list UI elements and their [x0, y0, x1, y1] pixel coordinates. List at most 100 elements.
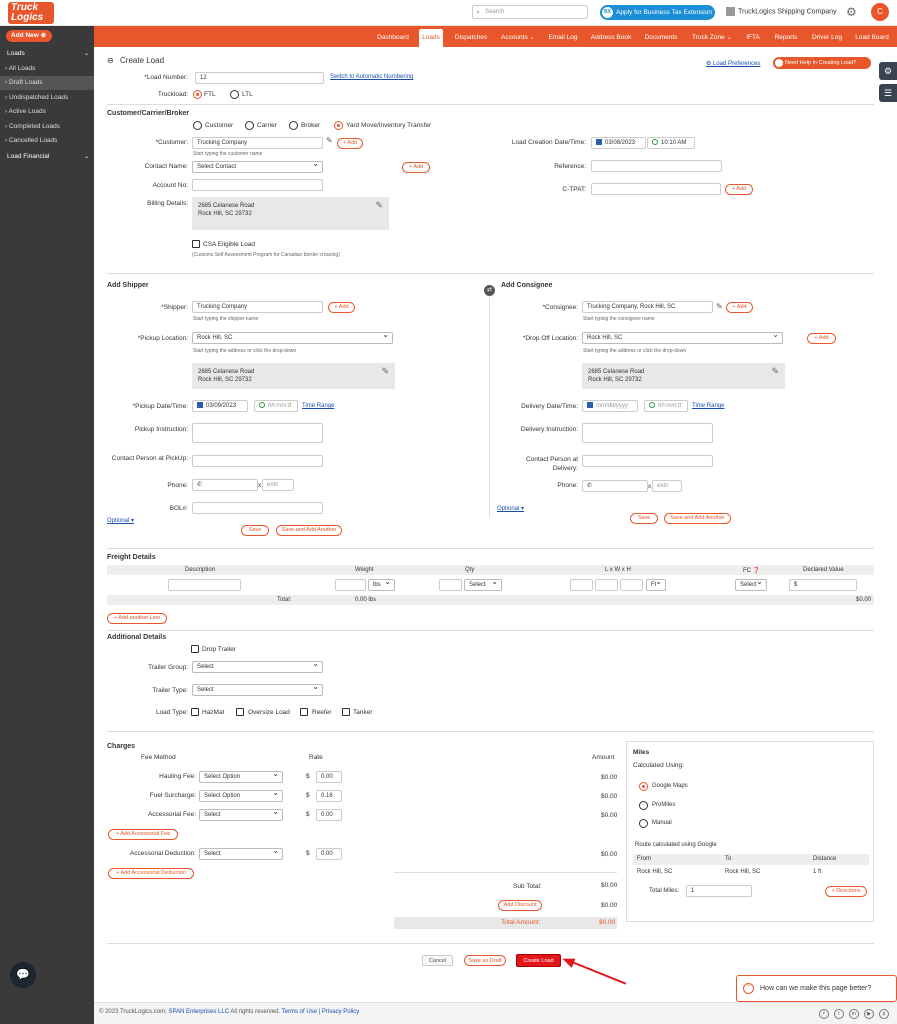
add-shipper-button[interactable]: + Add — [328, 302, 355, 313]
nav-ifta[interactable]: IFTA — [741, 26, 765, 47]
drop-trailer-checkbox[interactable] — [191, 645, 199, 653]
promiles-radio[interactable] — [639, 801, 648, 810]
twitter-icon[interactable]: t — [834, 1009, 844, 1019]
shipper-input[interactable]: Trucking Company — [192, 301, 323, 313]
reefer-checkbox[interactable] — [300, 708, 308, 716]
reference-input[interactable] — [591, 160, 722, 172]
save-draft-button[interactable]: Save as Draft — [464, 955, 506, 966]
consignee-input[interactable]: Trucking Company, Rock Hill, SC — [582, 301, 713, 313]
qty-unit-select[interactable]: Select — [464, 577, 502, 591]
swap-icon[interactable]: ⇄ — [484, 285, 495, 296]
creation-date-input[interactable]: 03/08/2023 — [591, 137, 646, 149]
add-contact-button[interactable]: + Add — [402, 162, 430, 173]
pickup-time-range-link[interactable]: Time Range — [302, 403, 334, 409]
sidebar-item-completed-loads[interactable]: › Completed Loads — [0, 120, 94, 134]
add-consignee-button[interactable]: + Add — [726, 302, 753, 313]
fuel-surcharge-method-select[interactable]: Select Option — [199, 788, 283, 802]
account-no-input[interactable] — [192, 179, 323, 191]
contact-select[interactable]: Select Contact — [192, 159, 323, 173]
bol-input[interactable] — [192, 502, 323, 514]
ctpat-input[interactable] — [591, 183, 721, 195]
edit-icon[interactable]: ✎ — [326, 136, 333, 145]
edit-icon[interactable]: ✎ — [381, 367, 389, 376]
total-miles-input[interactable]: 1 — [686, 885, 752, 897]
consignee-save-button[interactable]: Save — [630, 513, 658, 524]
dropoff-location-select[interactable]: Rock Hill, SC — [582, 330, 783, 344]
google-maps-radio[interactable] — [639, 782, 648, 791]
hauling-fee-rate-input[interactable]: 0.00 — [316, 771, 342, 783]
delivery-ext-input[interactable]: extn — [652, 480, 682, 492]
pickup-time-input[interactable]: hh:mm:tt — [254, 400, 298, 412]
sidebar-item-all-loads[interactable]: › All Loads — [0, 62, 94, 76]
freight-qty-input[interactable] — [439, 579, 462, 591]
delivery-date-input[interactable]: mm/dd/yyyy — [582, 400, 638, 412]
carrier-radio[interactable] — [245, 121, 254, 130]
accessorial-fee-rate-input[interactable]: 0.00 — [316, 809, 342, 821]
pickup-location-select[interactable]: Rock Hill, SC — [192, 330, 393, 344]
delivery-phone-input[interactable]: ✆ — [582, 480, 648, 492]
hauling-fee-method-select[interactable]: Select Option — [199, 769, 283, 783]
privacy-link[interactable]: Privacy Policy — [322, 1009, 359, 1015]
pickup-ext-input[interactable]: extn — [262, 479, 294, 491]
youtube-icon[interactable]: ▶ — [864, 1009, 874, 1019]
creation-time-input[interactable]: 10:10 AM — [647, 137, 695, 149]
oversize-checkbox[interactable] — [236, 708, 244, 716]
accessorial-deduction-rate-input[interactable]: 0.00 — [316, 848, 342, 860]
weight-unit-select[interactable]: lbs — [368, 577, 395, 591]
tanker-checkbox[interactable] — [342, 708, 350, 716]
shipper-save-another-button[interactable]: Save and Add Another — [276, 525, 342, 536]
yard-move-radio[interactable] — [334, 121, 343, 130]
chat-icon[interactable]: 💬 — [10, 962, 36, 988]
dimension-unit-select[interactable]: Ft — [646, 577, 666, 591]
manual-radio[interactable] — [639, 819, 648, 828]
add-new-button[interactable]: Add New ⊕ — [6, 30, 52, 42]
trailer-group-select[interactable]: Select — [192, 659, 323, 673]
feedback-widget[interactable]: ⌃ How can we make this page better? — [736, 975, 897, 1002]
ltl-radio[interactable] — [230, 90, 239, 99]
nav-documents[interactable]: Documents — [641, 26, 681, 47]
nav-address-book[interactable]: Address Book — [588, 26, 634, 47]
freight-description-input[interactable] — [168, 579, 241, 591]
help-circle-icon[interactable]: ❓ — [753, 568, 760, 574]
pickup-date-input[interactable]: 03/09/2023 — [192, 400, 248, 412]
tax-extension-button[interactable]: BX Apply for Business Tax Extension — [600, 5, 715, 20]
delivery-time-range-link[interactable]: Time Range — [692, 403, 724, 409]
broker-radio[interactable] — [289, 121, 298, 130]
avatar[interactable]: C — [871, 3, 889, 21]
auto-numbering-link[interactable]: Switch to Automatic Numbering — [330, 74, 413, 80]
add-customer-button[interactable]: + Add — [337, 138, 363, 149]
sidebar-item-undispatched-loads[interactable]: › Undispatched Loads — [0, 91, 94, 105]
fc-select[interactable]: Select — [735, 577, 767, 591]
sidebar-item-load-financial[interactable]: Load Financial ⌄ — [0, 150, 94, 164]
sidebar-item-draft-loads[interactable]: › Draft Loads — [0, 76, 94, 90]
shipper-optional-link[interactable]: Optional ▾ — [107, 517, 134, 524]
customer-radio[interactable] — [193, 121, 202, 130]
help-button[interactable]: Need Help In Creating Load? — [773, 57, 871, 69]
freight-height-input[interactable] — [620, 579, 643, 591]
consignee-save-another-button[interactable]: Save and Add Another — [664, 513, 731, 524]
nav-email-log[interactable]: Email Log — [545, 26, 581, 47]
notes-tool-icon[interactable]: ☰ — [879, 84, 897, 102]
add-accessorial-fee-button[interactable]: + Add Accessorial Fee — [108, 829, 178, 840]
nav-truck-zone[interactable]: Truck Zone ⌄ — [689, 26, 735, 47]
nav-driver-log[interactable]: Driver Log — [807, 26, 847, 47]
fuel-surcharge-rate-input[interactable]: 0.16 — [316, 790, 342, 802]
add-accessorial-deduction-button[interactable]: + Add Accessorial Deduction — [108, 868, 194, 879]
trailer-type-select[interactable]: Select — [192, 682, 323, 696]
sidebar-item-active-loads[interactable]: › Active Loads — [0, 105, 94, 119]
freight-length-input[interactable] — [570, 579, 593, 591]
gear-icon[interactable]: ⚙ — [846, 5, 857, 19]
add-discount-button[interactable]: Add Discount — [498, 900, 542, 911]
load-number-input[interactable]: 12 — [195, 72, 324, 84]
accessorial-fee-method-select[interactable]: Select — [199, 807, 283, 821]
edit-icon[interactable]: ✎ — [716, 302, 723, 311]
delivery-instruction-input[interactable] — [582, 423, 713, 443]
delivery-time-input[interactable]: hh:mm:tt — [644, 400, 688, 412]
back-icon[interactable]: ⊖ — [107, 56, 114, 65]
pickup-phone-input[interactable]: ✆ — [192, 479, 258, 491]
facebook-icon[interactable]: f — [819, 1009, 829, 1019]
ftl-radio[interactable] — [193, 90, 202, 99]
edit-icon[interactable]: ✎ — [771, 367, 779, 376]
nav-load-board[interactable]: Load Board — [852, 26, 892, 47]
cancel-button[interactable]: Cancel — [422, 955, 453, 966]
